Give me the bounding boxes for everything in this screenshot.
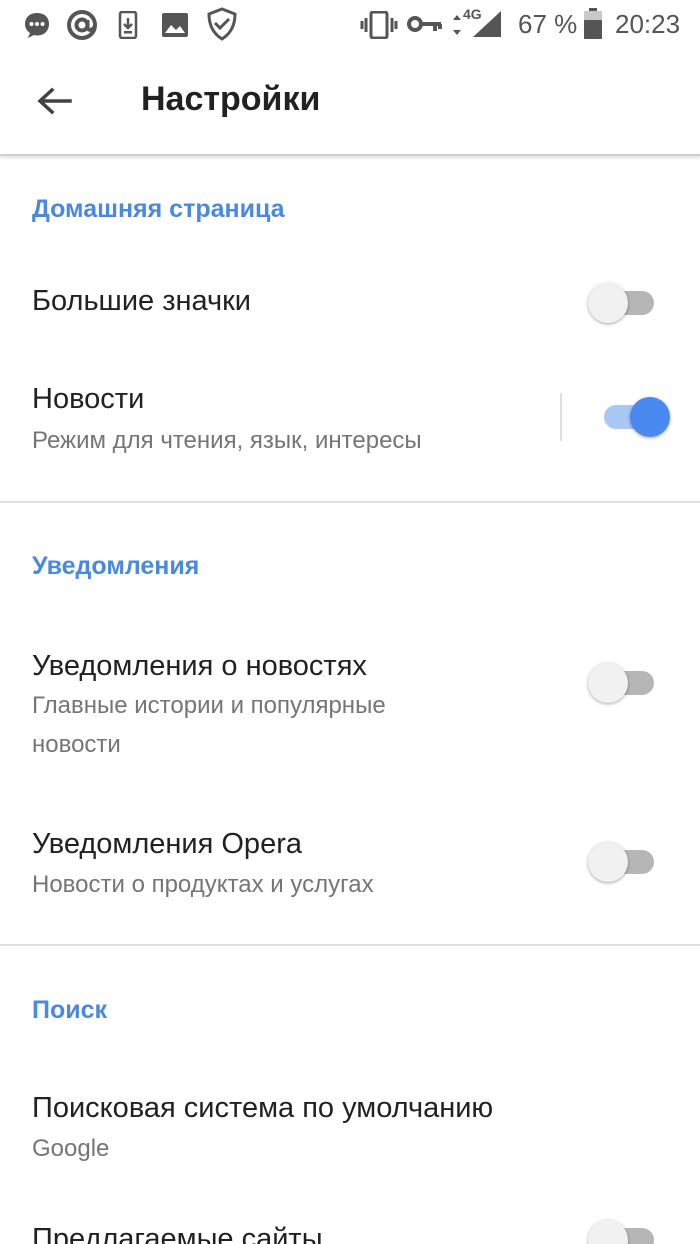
toggle-thumb [588, 663, 628, 703]
suggested-sites-toggle[interactable] [588, 1220, 660, 1244]
section-header-notifications: Уведомления [32, 552, 200, 580]
toggle-thumb [630, 397, 670, 437]
setting-title: Уведомления Opera [32, 828, 302, 860]
setting-value: Google [32, 1135, 110, 1162]
download-icon [118, 10, 138, 44]
chat-bubble-icon [22, 10, 52, 45]
back-button[interactable] [30, 78, 78, 126]
section-divider [0, 944, 700, 946]
section-divider [0, 501, 700, 503]
toggle-thumb [588, 842, 628, 882]
setting-subtitle: Режим для чтения, язык, интересы [32, 427, 422, 454]
setting-subtitle: Главные истории и популярные [32, 692, 386, 719]
setting-title: Большие значки [32, 285, 252, 317]
opera-notifications-toggle[interactable] [588, 842, 660, 882]
big-icons-toggle[interactable] [588, 283, 660, 323]
battery-icon [583, 8, 603, 45]
at-sign-icon [64, 8, 100, 47]
toggle-thumb [588, 1220, 628, 1244]
app-bar: Настройки [0, 50, 700, 156]
status-bar: 4G 67 % 20:23 [0, 0, 700, 50]
setting-subtitle-line2: новости [32, 731, 121, 758]
setting-default-search-engine[interactable]: Поисковая система по умолчанию Google [0, 1075, 700, 1190]
setting-big-icons[interactable]: Большие значки [0, 255, 700, 350]
battery-percent: 67 % [518, 9, 578, 39]
separator-vertical [560, 393, 562, 441]
section-header-search: Поиск [32, 996, 108, 1024]
setting-title: Предлагаемые сайты [32, 1223, 323, 1244]
data-arrows-icon [452, 13, 462, 42]
section-header-home: Домашняя страница [32, 195, 285, 223]
setting-opera-notifications[interactable]: Уведомления Opera Новости о продуктах и … [0, 810, 700, 925]
setting-news[interactable]: Новости Режим для чтения, язык, интересы [0, 355, 700, 495]
setting-suggested-sites[interactable]: Предлагаемые сайты [0, 1205, 700, 1244]
setting-subtitle: Новости о продуктах и услугах [32, 871, 374, 898]
setting-title: Уведомления о новостях [32, 650, 367, 682]
toggle-thumb [588, 283, 628, 323]
news-toggle[interactable] [598, 397, 670, 437]
image-icon [161, 12, 189, 43]
shield-check-icon [205, 7, 239, 46]
setting-news-notifications[interactable]: Уведомления о новостях Главные истории и… [0, 630, 700, 780]
clock: 20:23 [615, 9, 681, 39]
arrow-back-icon [30, 87, 78, 130]
vibrate-icon [360, 10, 398, 44]
page-title: Настройки [141, 80, 321, 118]
setting-title: Новости [32, 383, 145, 415]
vpn-key-icon [407, 14, 443, 39]
news-notifications-toggle[interactable] [588, 663, 660, 703]
signal-icon [472, 10, 502, 43]
setting-title: Поисковая система по умолчанию [32, 1092, 494, 1124]
